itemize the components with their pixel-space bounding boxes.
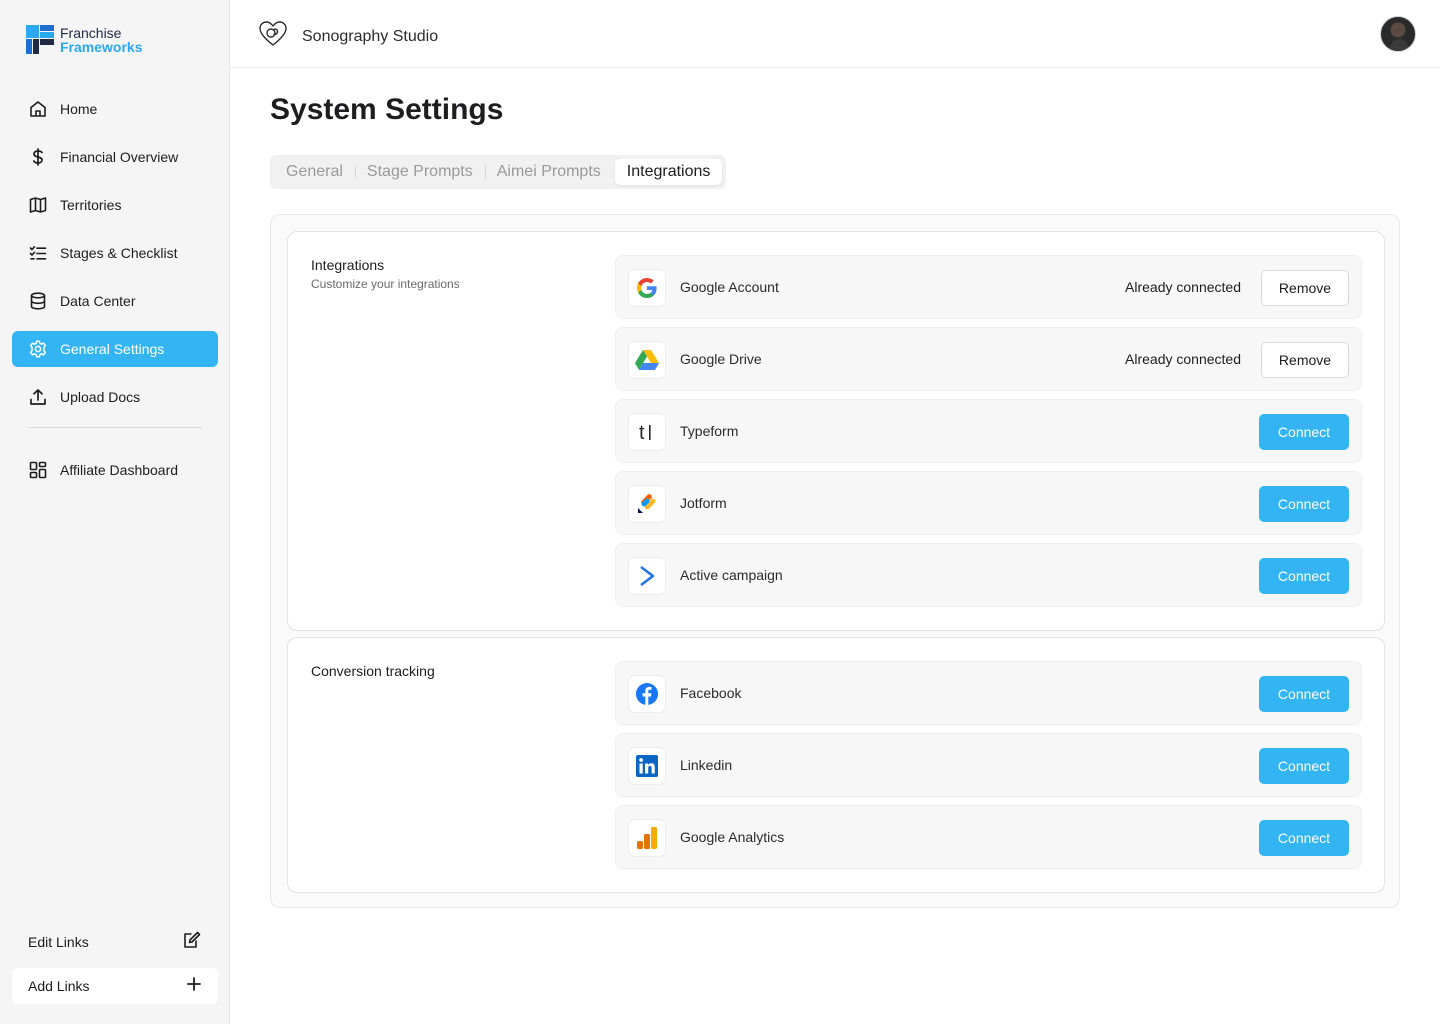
integration-row-linkedin: Linkedin Connect [615, 733, 1362, 797]
integration-name: Facebook [680, 685, 742, 701]
sidebar-item-data-center[interactable]: Data Center [12, 283, 218, 319]
sidebar-item-financial-overview[interactable]: Financial Overview [12, 139, 218, 175]
integration-name: Linkedin [680, 757, 733, 773]
integration-name: Google Analytics [680, 829, 785, 845]
edit-icon [182, 930, 202, 955]
integrations-section-title: Integrations [311, 257, 385, 273]
integration-row-jotform: Jotform Connect [615, 471, 1362, 535]
remove-google-account-button[interactable]: Remove [1261, 270, 1349, 306]
connect-facebook-button[interactable]: Connect [1259, 676, 1349, 712]
plus-icon [186, 976, 202, 997]
integration-row-google-analytics: Google Analytics Connect [615, 805, 1362, 869]
sidebar-item-general-settings[interactable]: General Settings [12, 331, 218, 367]
studio-name: Sonography Studio [302, 27, 439, 45]
sidebar-item-affiliate-dashboard[interactable]: Affiliate Dashboard [12, 452, 218, 488]
map-icon [28, 195, 48, 215]
dollar-icon [28, 147, 48, 167]
tab-general[interactable]: General [274, 159, 355, 185]
connect-linkedin-button[interactable]: Connect [1259, 748, 1349, 784]
facebook-icon [628, 675, 666, 713]
top-bar: Sonography Studio [230, 0, 1440, 68]
tab-aimei-prompts[interactable]: Aimei Prompts [484, 159, 613, 185]
integrations-section-subtitle: Customize your integrations [311, 277, 460, 291]
conversion-section-title: Conversion tracking [311, 663, 435, 679]
sidebar-item-label: Upload Docs [60, 389, 141, 405]
home-icon [28, 99, 48, 119]
remove-google-drive-button[interactable]: Remove [1261, 342, 1349, 378]
upload-icon [28, 387, 48, 407]
connect-jotform-button[interactable]: Connect [1259, 486, 1349, 522]
sidebar-item-upload-docs[interactable]: Upload Docs [12, 379, 218, 415]
linkedin-icon [628, 747, 666, 785]
tab-stage-prompts[interactable]: Stage Prompts [354, 159, 485, 185]
connection-status: Already connected [1125, 351, 1241, 367]
sidebar-nav: Home Financial Overview Territories Stag… [12, 91, 218, 500]
tab-integrations[interactable]: Integrations [614, 159, 723, 185]
sidebar-item-label: Financial Overview [60, 149, 179, 165]
integration-row-google-account: Google Account Already connected Remove [615, 255, 1362, 319]
sidebar-item-label: General Settings [60, 341, 165, 357]
sidebar-item-territories[interactable]: Territories [12, 187, 218, 223]
integration-name: Google Account [680, 279, 779, 295]
conversion-list: Facebook Connect Linkedin Connect Google… [615, 661, 1362, 877]
connect-google-analytics-button[interactable]: Connect [1259, 820, 1349, 856]
activecampaign-icon [628, 557, 666, 595]
sidebar-item-stages-checklist[interactable]: Stages & Checklist [12, 235, 218, 271]
sidebar-item-label: Home [60, 101, 98, 117]
connect-typeform-button[interactable]: Connect [1259, 414, 1349, 450]
sidebar-divider [28, 427, 202, 428]
edit-links-label: Edit Links [28, 934, 89, 950]
sidebar: Franchise Frameworks Home Financial Over… [0, 0, 230, 1024]
sidebar-item-label: Data Center [60, 293, 136, 309]
connection-status: Already connected [1125, 279, 1241, 295]
user-avatar[interactable] [1380, 16, 1416, 52]
sidebar-item-label: Affiliate Dashboard [60, 462, 179, 478]
sidebar-item-home[interactable]: Home [12, 91, 218, 127]
database-icon [28, 291, 48, 311]
add-links-label: Add Links [28, 978, 90, 994]
franchise-frameworks-logo-icon [26, 25, 54, 54]
edit-links-button[interactable]: Edit Links [12, 924, 218, 960]
conversion-tracking-card: Conversion tracking Facebook Connect Lin… [287, 637, 1385, 893]
google-drive-icon [628, 341, 666, 379]
sidebar-item-label: Stages & Checklist [60, 245, 178, 261]
checklist-icon [28, 243, 48, 263]
sidebar-item-label: Territories [60, 197, 122, 213]
brand-logo-link[interactable]: Franchise Frameworks [26, 25, 142, 54]
integration-name: Jotform [680, 495, 727, 511]
integrations-card: Integrations Customize your integrations… [287, 231, 1385, 631]
svg-text:t: t [639, 422, 645, 443]
page-title: System Settings [270, 93, 504, 126]
settings-tabs: General Stage Prompts Aimei Prompts Inte… [270, 155, 727, 189]
brand-line-2: Frameworks [60, 38, 143, 55]
integrations-panel: Integrations Customize your integrations… [270, 214, 1400, 908]
integration-row-active-campaign: Active campaign Connect [615, 543, 1362, 607]
jotform-icon [628, 485, 666, 523]
gear-icon [28, 339, 48, 359]
integration-row-facebook: Facebook Connect [615, 661, 1362, 725]
integration-name: Typeform [680, 423, 739, 439]
integration-row-google-drive: Google Drive Already connected Remove [615, 327, 1362, 391]
integration-name: Google Drive [680, 351, 762, 367]
connect-active-campaign-button[interactable]: Connect [1259, 558, 1349, 594]
integrations-list: Google Account Already connected Remove … [615, 255, 1362, 615]
studio-switcher[interactable]: Sonography Studio [258, 20, 438, 53]
dashboard-icon [28, 460, 48, 480]
add-links-button[interactable]: Add Links [12, 968, 218, 1004]
studio-heart-logo-icon [258, 20, 288, 53]
integration-row-typeform: t Typeform Connect [615, 399, 1362, 463]
google-analytics-icon [628, 819, 666, 857]
brand-line-1: Franchise [60, 24, 122, 41]
integration-name: Active campaign [680, 567, 783, 583]
google-icon [628, 269, 666, 307]
typeform-icon: t [628, 413, 666, 451]
